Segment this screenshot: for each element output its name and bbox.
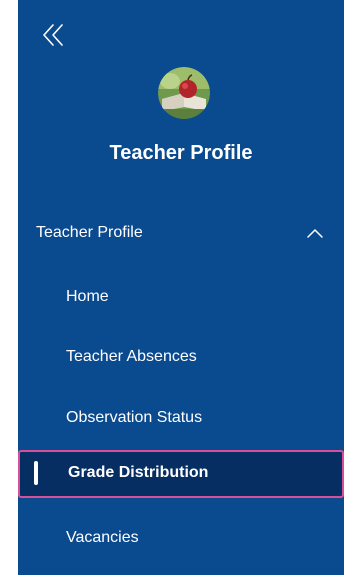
- sidebar-item-observation-status[interactable]: Observation Status: [18, 395, 344, 441]
- chevron-up-icon: [307, 229, 323, 238]
- sidebar-item-label: Teacher Absences: [66, 348, 197, 365]
- sidebar-item-label: Grade Distribution: [68, 464, 209, 481]
- sidebar-section-label: Teacher Profile: [36, 224, 143, 241]
- sidebar-item-teacher-absences[interactable]: Teacher Absences: [18, 334, 344, 380]
- apple-books-avatar-icon: [158, 67, 210, 119]
- active-indicator: [34, 461, 38, 485]
- collapse-sidebar-button[interactable]: [40, 22, 66, 48]
- sidebar-app-title: Teacher Profile: [109, 142, 253, 164]
- sidebar-item-grade-distribution[interactable]: Grade Distribution: [18, 450, 344, 498]
- sidebar-item-label: Home: [66, 288, 109, 305]
- avatar: [158, 67, 210, 119]
- sidebar-item-label: Vacancies: [66, 529, 139, 546]
- double-chevron-left-icon: [43, 24, 63, 46]
- sidebar-item-vacancies[interactable]: Vacancies: [18, 515, 344, 561]
- sidebar-section-teacher-profile[interactable]: Teacher Profile: [18, 210, 344, 256]
- sidebar-item-label: Observation Status: [66, 409, 203, 426]
- sidebar-item-home[interactable]: Home: [18, 274, 344, 320]
- sidebar-nav: Teacher Profile Teacher Profile Home Tea…: [18, 0, 344, 575]
